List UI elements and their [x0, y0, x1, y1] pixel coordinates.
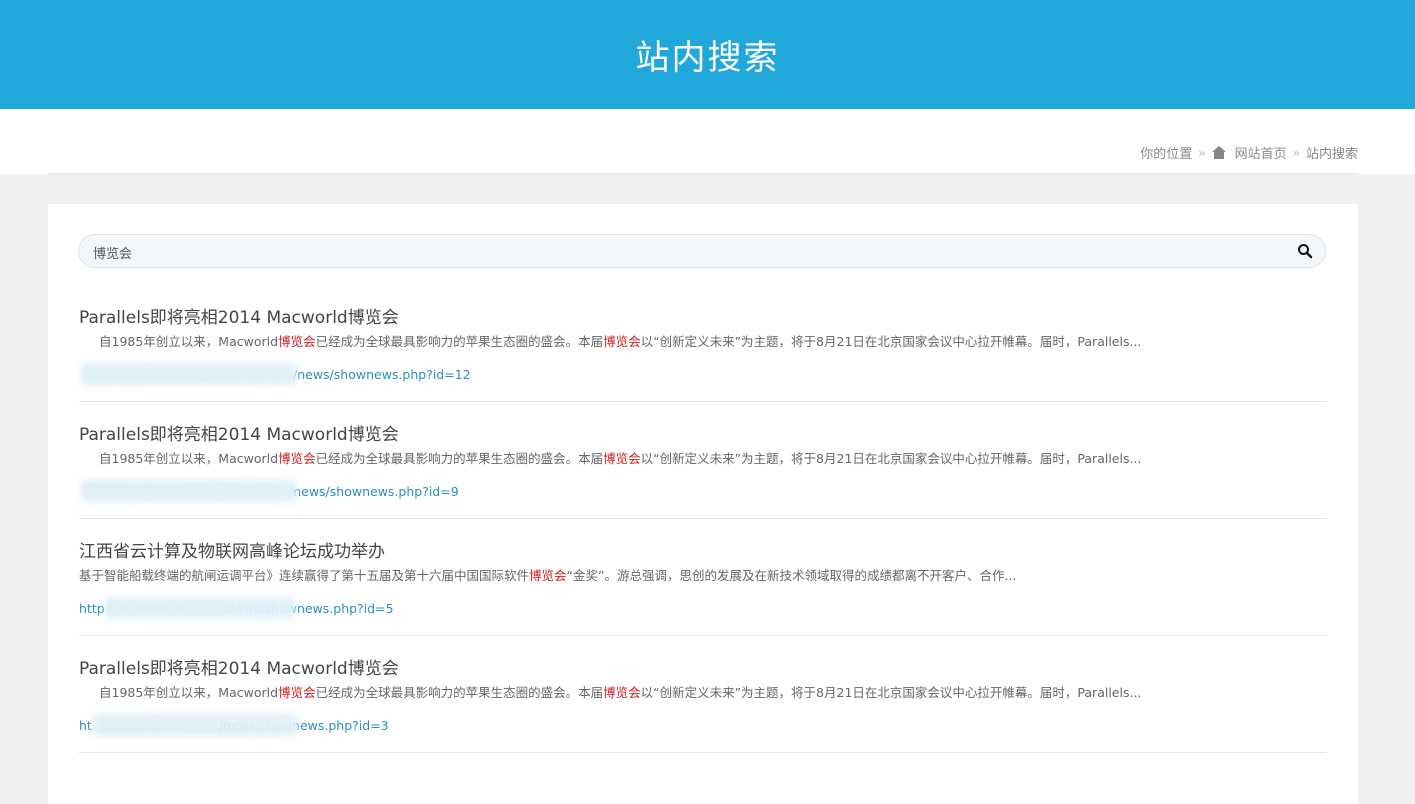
snippet-text: 已经成为全球最具影响力的苹果生态圈的盛会。本届: [315, 334, 604, 349]
page-title: 站内搜索: [635, 38, 780, 78]
snippet-highlight: 博览会: [529, 568, 567, 583]
result-item: Parallels即将亮相2014 Macworld博览会 自1985年创立以来…: [79, 637, 1327, 753]
page-banner: 站内搜索: [0, 0, 1415, 109]
snippet-text: 以“创新定义未来”为主题，将于8月21日在北京国家会议中心拉开帷幕。届时，Par…: [640, 451, 1142, 466]
snippet-text: 已经成为全球最具影响力的苹果生态圈的盛会。本届: [315, 685, 604, 700]
redaction-blur: [81, 363, 297, 385]
result-title[interactable]: 江西省云计算及物联网高峰论坛成功举办: [79, 537, 385, 562]
snippet-highlight: 博览会: [278, 451, 316, 466]
snippet-text: 基于智能船载终端的航闸运调平台》连续赢得了第十五届及第十六届中国国际软件: [79, 568, 530, 583]
snippet-text: 以“创新定义未来”为主题，将于8月21日在北京国家会议中心拉开帷幕。届时，Par…: [640, 685, 1142, 700]
result-title[interactable]: Parallels即将亮相2014 Macworld博览会: [79, 654, 399, 679]
snippet-highlight: 博览会: [603, 451, 641, 466]
home-icon: [1211, 146, 1226, 159]
search-button[interactable]: [1297, 243, 1313, 259]
result-snippet: 自1985年创立以来，Macworld博览会已经成为全球最具影响力的苹果生态圈的…: [79, 448, 1327, 467]
snippet-highlight: 博览会: [278, 685, 316, 700]
result-url[interactable]: /news/shownews.php?id=12: [293, 367, 471, 382]
result-snippet: 自1985年创立以来，Macworld博览会已经成为全球最具影响力的苹果生态圈的…: [79, 682, 1327, 701]
snippet-highlight: 博览会: [603, 334, 641, 349]
breadcrumb-current: 站内搜索: [1305, 147, 1358, 162]
search-icon: [1298, 244, 1313, 259]
snippet-text: 已经成为全球最具影响力的苹果生态圈的盛会。本届: [315, 451, 604, 466]
snippet-text: 自1985年创立以来，Macworld: [99, 451, 279, 466]
snippet-highlight: 博览会: [278, 334, 316, 349]
breadcrumb-home-link[interactable]: 网站首页: [1235, 143, 1287, 162]
result-title[interactable]: Parallels即将亮相2014 Macworld博览会: [79, 420, 399, 445]
snippet-text: 以“创新定义未来”为主题，将于8月21日在北京国家会议中心拉开帷幕。届时，Par…: [640, 334, 1142, 349]
result-item: Parallels即将亮相2014 Macworld博览会 自1985年创立以来…: [79, 286, 1327, 402]
breadcrumb-prefix: 你的位置: [1140, 147, 1193, 162]
divider: [48, 173, 1358, 174]
result-snippet: 自1985年创立以来，Macworld博览会已经成为全球最具影响力的苹果生态圈的…: [79, 331, 1327, 350]
snippet-highlight: 博览会: [603, 685, 641, 700]
breadcrumb-bar: 你的位置 » 网站首页 » 站内搜索: [0, 109, 1415, 174]
redaction-blur: [93, 714, 298, 736]
search-results: Parallels即将亮相2014 Macworld博览会 自1985年创立以来…: [79, 286, 1327, 754]
search-panel: Parallels即将亮相2014 Macworld博览会 自1985年创立以来…: [48, 204, 1358, 804]
breadcrumb-separator: »: [1292, 145, 1300, 160]
snippet-text: 自1985年创立以来，Macworld: [99, 685, 279, 700]
result-item: Parallels即将亮相2014 Macworld博览会 自1985年创立以来…: [79, 403, 1327, 519]
breadcrumb-separator: »: [1198, 145, 1206, 160]
search-input[interactable]: [91, 235, 1285, 269]
snippet-text: 自1985年创立以来，Macworld: [99, 334, 279, 349]
result-snippet: 基于智能船载终端的航闸运调平台》连续赢得了第十五届及第十六届中国国际软件博览会“…: [79, 565, 1327, 584]
result-url[interactable]: /news/shownews.php?id=9: [289, 484, 459, 499]
breadcrumb: 你的位置 » 网站首页 » 站内搜索: [1140, 143, 1358, 163]
snippet-text: “金奖”。游总强调，思创的发展及在新技术领域取得的成绩都离不开客户、合作...: [566, 568, 1017, 583]
result-item: 江西省云计算及物联网高峰论坛成功举办 基于智能船载终端的航闸运调平台》连续赢得了…: [79, 520, 1327, 636]
search-box: [78, 234, 1326, 269]
redaction-blur: [105, 597, 295, 619]
redaction-blur: [81, 480, 297, 502]
result-title[interactable]: Parallels即将亮相2014 Macworld博览会: [79, 303, 399, 328]
